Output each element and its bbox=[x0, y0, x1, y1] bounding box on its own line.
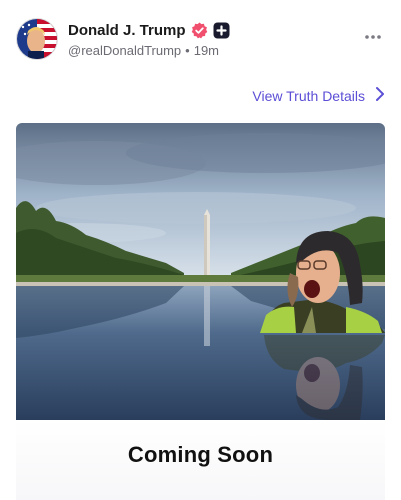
author-display-name[interactable]: Donald J. Trump bbox=[68, 22, 186, 39]
post-timestamp[interactable]: 19m bbox=[194, 43, 219, 58]
truth-post: Donald J. Trump @realDonaldTrump • 19m V… bbox=[0, 0, 401, 500]
verified-badge-icon bbox=[191, 22, 208, 39]
chevron-right-icon bbox=[375, 86, 385, 105]
media-caption: Coming Soon bbox=[127, 442, 274, 467]
reflecting-pool-image bbox=[16, 123, 385, 420]
author-name-row: Donald J. Trump bbox=[68, 22, 230, 39]
author-meta-row: @realDonaldTrump • 19m bbox=[68, 43, 219, 58]
more-options-icon[interactable] bbox=[363, 30, 383, 42]
media-caption-bar: Coming Soon bbox=[16, 420, 385, 500]
view-truth-details-link[interactable]: View Truth Details bbox=[252, 86, 385, 105]
post-header: Donald J. Trump @realDonaldTrump • 19m bbox=[16, 18, 385, 62]
avatar-image bbox=[17, 19, 57, 59]
plus-badge-icon bbox=[213, 22, 230, 39]
view-truth-details-label: View Truth Details bbox=[252, 87, 365, 104]
post-media-image[interactable] bbox=[16, 123, 385, 420]
meta-separator: • bbox=[185, 43, 190, 58]
avatar[interactable] bbox=[16, 18, 58, 60]
author-handle[interactable]: @realDonaldTrump bbox=[68, 43, 181, 58]
